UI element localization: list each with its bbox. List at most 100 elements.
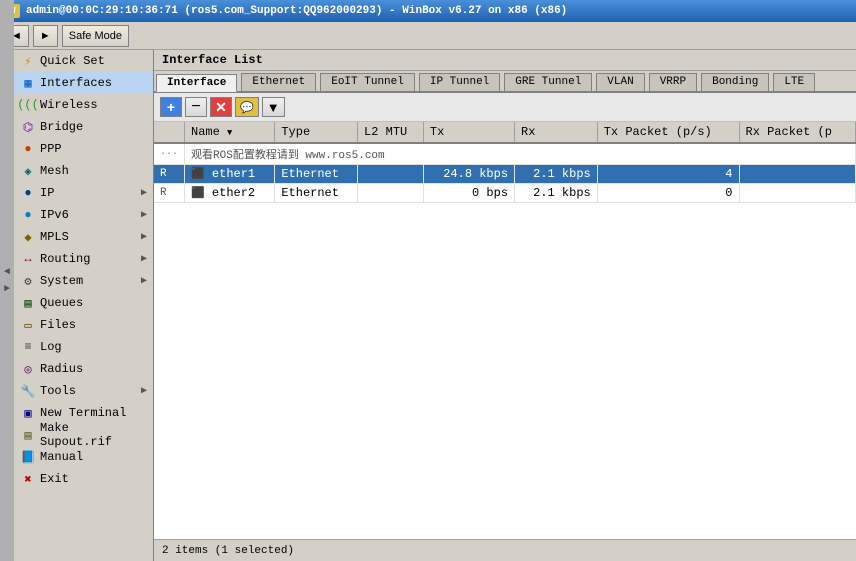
tab-lte[interactable]: LTE xyxy=(773,73,815,91)
col-l2mtu[interactable]: L2 MTU xyxy=(358,122,424,143)
safe-mode-button[interactable]: Safe Mode xyxy=(62,25,129,47)
system-arrow: ▶ xyxy=(141,275,147,287)
sidebar-item-make-supout[interactable]: ▤Make Supout.rif xyxy=(14,424,153,446)
sidebar: ⚡Quick Set▦Interfaces(((Wireless⌬Bridge●… xyxy=(14,50,154,561)
col-type[interactable]: Type xyxy=(275,122,358,143)
tab-gre-tunnel[interactable]: GRE Tunnel xyxy=(504,73,592,91)
col-rx[interactable]: Rx xyxy=(515,122,598,143)
sidebar-item-quick-set[interactable]: ⚡ Quick Set xyxy=(14,50,153,72)
sidebar-item-bridge[interactable]: ⌬Bridge xyxy=(14,116,153,138)
col-rx-packet[interactable]: Rx Packet (p xyxy=(739,122,856,143)
announce-dots: ··· xyxy=(154,143,185,165)
remove-button[interactable]: − xyxy=(185,97,207,117)
log-label: Log xyxy=(40,340,147,354)
sidebar-item-system[interactable]: ⚙System▶ xyxy=(14,270,153,292)
col-tx-packet[interactable]: Tx Packet (p/s) xyxy=(597,122,739,143)
files-label: Files xyxy=(40,318,147,332)
col-tx[interactable]: Tx xyxy=(423,122,514,143)
queues-label: Queues xyxy=(40,296,147,310)
row-name: ⬛ ether2 xyxy=(185,184,275,203)
sidebar-item-queues[interactable]: ▤ Queues xyxy=(14,292,153,314)
sidebar-item-ip[interactable]: ●IP▶ xyxy=(14,182,153,204)
tab-interface[interactable]: Interface xyxy=(156,74,237,92)
row-tx: 24.8 kbps xyxy=(423,165,514,184)
row-indicator: R xyxy=(154,165,185,184)
mark-button[interactable]: ✕ xyxy=(210,97,232,117)
sidebar-item-manual[interactable]: 📘Manual xyxy=(14,446,153,468)
mesh-icon: ◈ xyxy=(20,163,36,179)
row-tx-packet: 0 xyxy=(597,184,739,203)
sidebar-item-tools[interactable]: 🔧 Tools▶ xyxy=(14,380,153,402)
row-tx-packet: 4 xyxy=(597,165,739,184)
mesh-label: Mesh xyxy=(40,164,147,178)
col-name[interactable]: Name ▼ xyxy=(185,122,275,143)
row-l2mtu xyxy=(358,184,424,203)
add-button[interactable]: + xyxy=(160,97,182,117)
left-edge: ◄ ► xyxy=(0,0,14,561)
tools-label: Tools xyxy=(40,384,141,398)
forward-button[interactable]: ► xyxy=(33,25,58,47)
sidebar-item-radius[interactable]: ◎Radius xyxy=(14,358,153,380)
row-rx: 2.1 kbps xyxy=(515,184,598,203)
tab-vrrp[interactable]: VRRP xyxy=(649,73,697,91)
exit-icon: ✖ xyxy=(20,471,36,487)
main-layout: ◄ ► ⚡ Quick Set ▦ Interfaces (((Wireless⌬Bri… xyxy=(0,50,856,561)
sidebar-item-files[interactable]: ▭ Files xyxy=(14,314,153,336)
routing-label: Routing xyxy=(40,252,141,266)
routing-arrow: ▶ xyxy=(141,253,147,265)
tab-eoit-tunnel[interactable]: EoIT Tunnel xyxy=(320,73,415,91)
filter-button[interactable]: ▼ xyxy=(262,97,285,117)
ipv6-arrow: ▶ xyxy=(141,209,147,221)
quick-set-icon: ⚡ xyxy=(20,53,36,69)
tab-vlan[interactable]: VLAN xyxy=(596,73,644,91)
radius-icon: ◎ xyxy=(20,361,36,377)
edge-arrow-bottom[interactable]: ► xyxy=(4,284,10,295)
interfaces-label: Interfaces xyxy=(40,76,147,90)
tools-icon: 🔧 xyxy=(20,383,36,399)
tab-ip-tunnel[interactable]: IP Tunnel xyxy=(419,73,500,91)
sidebar-item-exit[interactable]: ✖ Exit xyxy=(14,468,153,490)
table-row[interactable]: R⬛ ether1Ethernet24.8 kbps2.1 kbps4 xyxy=(154,165,856,184)
system-label: System xyxy=(40,274,141,288)
exit-label: Exit xyxy=(40,472,147,486)
row-rx-packet xyxy=(739,165,856,184)
row-tx: 0 bps xyxy=(423,184,514,203)
manual-icon: 📘 xyxy=(20,449,36,465)
edge-arrow-top[interactable]: ◄ xyxy=(4,267,10,278)
title-text: admin@00:0C:29:10:36:71 (ros5.com_Suppor… xyxy=(26,5,567,17)
row-name: ⬛ ether1 xyxy=(185,165,275,184)
tabs-bar: InterfaceEthernetEoIT TunnelIP TunnelGRE… xyxy=(154,71,856,93)
announce-row: ··· 观看ROS配置教程请到 www.ros5.com xyxy=(154,143,856,165)
sidebar-item-wireless[interactable]: (((Wireless xyxy=(14,94,153,116)
tab-ethernet[interactable]: Ethernet xyxy=(241,73,316,91)
announce-text: 观看ROS配置教程请到 www.ros5.com xyxy=(185,143,856,165)
sidebar-item-ipv6[interactable]: ● IPv6▶ xyxy=(14,204,153,226)
sidebar-item-routing[interactable]: ↔Routing▶ xyxy=(14,248,153,270)
comment-button[interactable]: 💬 xyxy=(235,97,259,117)
sidebar-item-mesh[interactable]: ◈ Mesh xyxy=(14,160,153,182)
bridge-label: Bridge xyxy=(40,120,147,134)
quick-set-label: Quick Set xyxy=(40,54,147,68)
ipv6-label: IPv6 xyxy=(40,208,141,222)
table-row[interactable]: R⬛ ether2Ethernet0 bps2.1 kbps0 xyxy=(154,184,856,203)
sidebar-item-ppp[interactable]: ● PPP xyxy=(14,138,153,160)
action-bar: + − ✕ 💬 ▼ xyxy=(154,93,856,122)
wireless-label: Wireless xyxy=(40,98,147,112)
interfaces-icon: ▦ xyxy=(20,75,36,91)
row-l2mtu xyxy=(358,165,424,184)
row-indicator: R xyxy=(154,184,185,203)
sidebar-item-interfaces[interactable]: ▦ Interfaces xyxy=(14,72,153,94)
mpls-arrow: ▶ xyxy=(141,231,147,243)
files-icon: ▭ xyxy=(20,317,36,333)
tab-bonding[interactable]: Bonding xyxy=(701,73,769,91)
tools-arrow: ▶ xyxy=(141,385,147,397)
col-indicator xyxy=(154,122,185,143)
row-type: Ethernet xyxy=(275,165,358,184)
queues-icon: ▤ xyxy=(20,295,36,311)
ipv6-icon: ● xyxy=(20,207,36,223)
sidebar-item-mpls[interactable]: ◆MPLS▶ xyxy=(14,226,153,248)
ppp-label: PPP xyxy=(40,142,147,156)
sidebar-item-log[interactable]: ≡Log xyxy=(14,336,153,358)
ppp-icon: ● xyxy=(20,141,36,157)
interface-table: Name ▼ Type L2 MTU Tx Rx Tx Packet (p/s)… xyxy=(154,122,856,203)
